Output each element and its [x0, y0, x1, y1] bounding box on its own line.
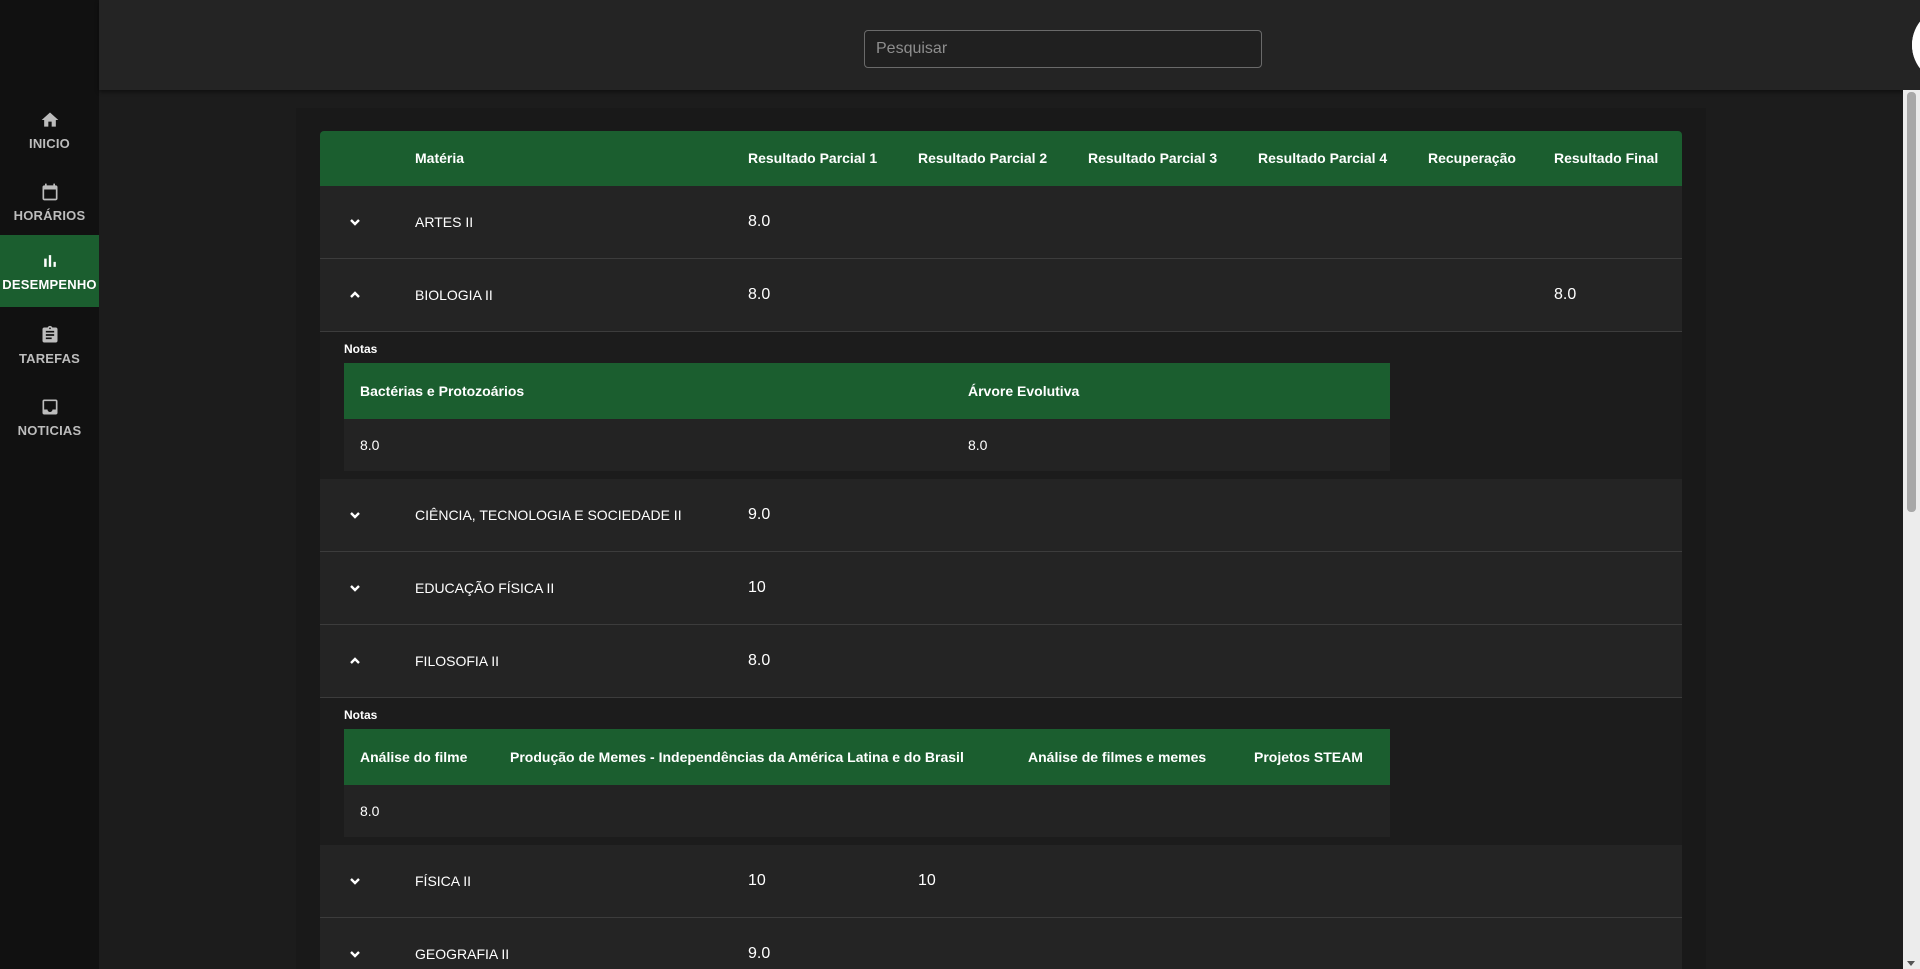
sidebar-item-label: NOTICIAS [17, 422, 82, 438]
subject-name: CIÊNCIA, TECNOLOGIA E SOCIEDADE II [415, 507, 682, 523]
avatar[interactable] [1912, 7, 1920, 83]
chevron-down-icon[interactable] [348, 874, 362, 888]
chevron-down-icon[interactable] [348, 947, 362, 961]
column-header: Resultado Parcial 3 [1088, 150, 1218, 166]
subject-name: ARTES II [415, 214, 474, 230]
sidebar-item-tarefas[interactable]: TAREFAS [0, 309, 99, 381]
notes-column-header: Projetos STEAM [1254, 749, 1363, 765]
notes-column-header: Bactérias e Protozoários [360, 383, 525, 399]
note-value: 8.0 [360, 437, 380, 453]
table-row[interactable]: BIOLOGIA II 8.0 8.0 [320, 259, 1682, 332]
notes-column-header: Análise de filmes e memes [1028, 749, 1207, 765]
column-header: Recuperação [1428, 150, 1516, 166]
subject-name: BIOLOGIA II [415, 287, 493, 303]
calendar-icon [42, 183, 57, 200]
sidebar: INICIO HORÁRIOS DESEMPENHO TAREFAS NOTIC… [0, 0, 99, 969]
user-silhouette-icon [1912, 7, 1920, 83]
table-row[interactable]: GEOGRAFIA II 9.0 [320, 918, 1682, 969]
sidebar-item-label: TAREFAS [18, 350, 81, 366]
grade-final: 8.0 [1554, 286, 1577, 303]
table-row[interactable]: EDUCAÇÃO FÍSICA II 10 [320, 552, 1682, 625]
notes-row: 8.0 [344, 785, 1390, 837]
grade-p1: 8.0 [748, 286, 771, 303]
notes-panel: Notas Bactérias e Protozoários Árvore Ev… [320, 332, 1682, 479]
inbox-icon [42, 399, 57, 414]
home-icon [41, 112, 58, 127]
clipboard-icon [42, 325, 57, 342]
notes-header: Análise do filme Produção de Memes - Ind… [344, 729, 1390, 785]
notes-panel: Notas Análise do filme Produção de Memes… [320, 698, 1682, 845]
chevron-down-icon[interactable] [348, 215, 362, 229]
chevron-down-icon[interactable] [348, 581, 362, 595]
notes-column-header: Produção de Memes - Independências da Am… [510, 749, 964, 765]
grade-p1: 8.0 [748, 652, 771, 669]
notes-header: Bactérias e Protozoários Árvore Evolutiv… [344, 363, 1390, 419]
chevron-up-icon[interactable] [348, 288, 362, 302]
sidebar-item-noticias[interactable]: NOTICIAS [0, 381, 99, 453]
subject-name: EDUCAÇÃO FÍSICA II [415, 580, 555, 596]
table-row[interactable]: FILOSOFIA II 8.0 [320, 625, 1682, 698]
chevron-down-icon[interactable] [348, 508, 362, 522]
grades-card: Matéria Resultado Parcial 1 Resultado Pa… [296, 108, 1706, 969]
column-header: Resultado Final [1554, 150, 1659, 166]
sidebar-item-label: HORÁRIOS [13, 207, 86, 223]
notes-table: Bactérias e Protozoários Árvore Evolutiv… [344, 363, 1390, 471]
subject-name: FÍSICA II [415, 873, 472, 889]
table-row[interactable]: ARTES II 8.0 [320, 186, 1682, 259]
sidebar-item-desempenho[interactable]: DESEMPENHO [0, 235, 99, 307]
sidebar-item-label: DESEMPENHO [2, 276, 97, 292]
chevron-up-icon[interactable] [348, 654, 362, 668]
scrollbar-thumb[interactable] [1907, 92, 1916, 512]
notes-column-header: Análise do filme [360, 749, 468, 765]
notes-label: Notas [344, 342, 378, 356]
column-header: Resultado Parcial 1 [748, 150, 878, 166]
sidebar-item-horarios[interactable]: HORÁRIOS [0, 166, 99, 238]
sidebar-item-inicio[interactable]: INICIO [0, 94, 99, 166]
table-row[interactable]: CIÊNCIA, TECNOLOGIA E SOCIEDADE II 9.0 [320, 479, 1682, 552]
top-bar [99, 0, 1920, 90]
subject-name: FILOSOFIA II [415, 653, 500, 669]
sidebar-item-label: INICIO [29, 135, 70, 151]
table-row[interactable]: FÍSICA II 10 10 [320, 845, 1682, 918]
column-header: Resultado Parcial 4 [1258, 150, 1388, 166]
page-scrollbar[interactable] [1903, 90, 1920, 969]
subject-name: GEOGRAFIA II [415, 946, 510, 962]
search-input[interactable] [864, 30, 1262, 68]
grade-p1: 9.0 [748, 945, 771, 962]
note-value: 8.0 [968, 437, 988, 453]
notes-label: Notas [344, 708, 378, 722]
column-header: Matéria [415, 150, 465, 166]
bar-chart-icon [43, 254, 56, 267]
grade-p1: 9.0 [748, 506, 771, 523]
notes-row: 8.0 8.0 [344, 419, 1390, 471]
notes-table: Análise do filme Produção de Memes - Ind… [344, 729, 1390, 837]
grade-p1: 8.0 [748, 213, 771, 230]
note-value: 8.0 [360, 803, 380, 819]
grade-p2: 10 [918, 872, 936, 889]
scroll-down-icon[interactable] [1907, 961, 1915, 966]
grade-p1: 10 [748, 579, 766, 596]
column-header: Resultado Parcial 2 [918, 150, 1048, 166]
grade-p1: 10 [748, 872, 766, 889]
table-header: Matéria Resultado Parcial 1 Resultado Pa… [320, 131, 1682, 186]
grades-table: Matéria Resultado Parcial 1 Resultado Pa… [320, 131, 1682, 969]
notes-column-header: Árvore Evolutiva [968, 383, 1080, 399]
